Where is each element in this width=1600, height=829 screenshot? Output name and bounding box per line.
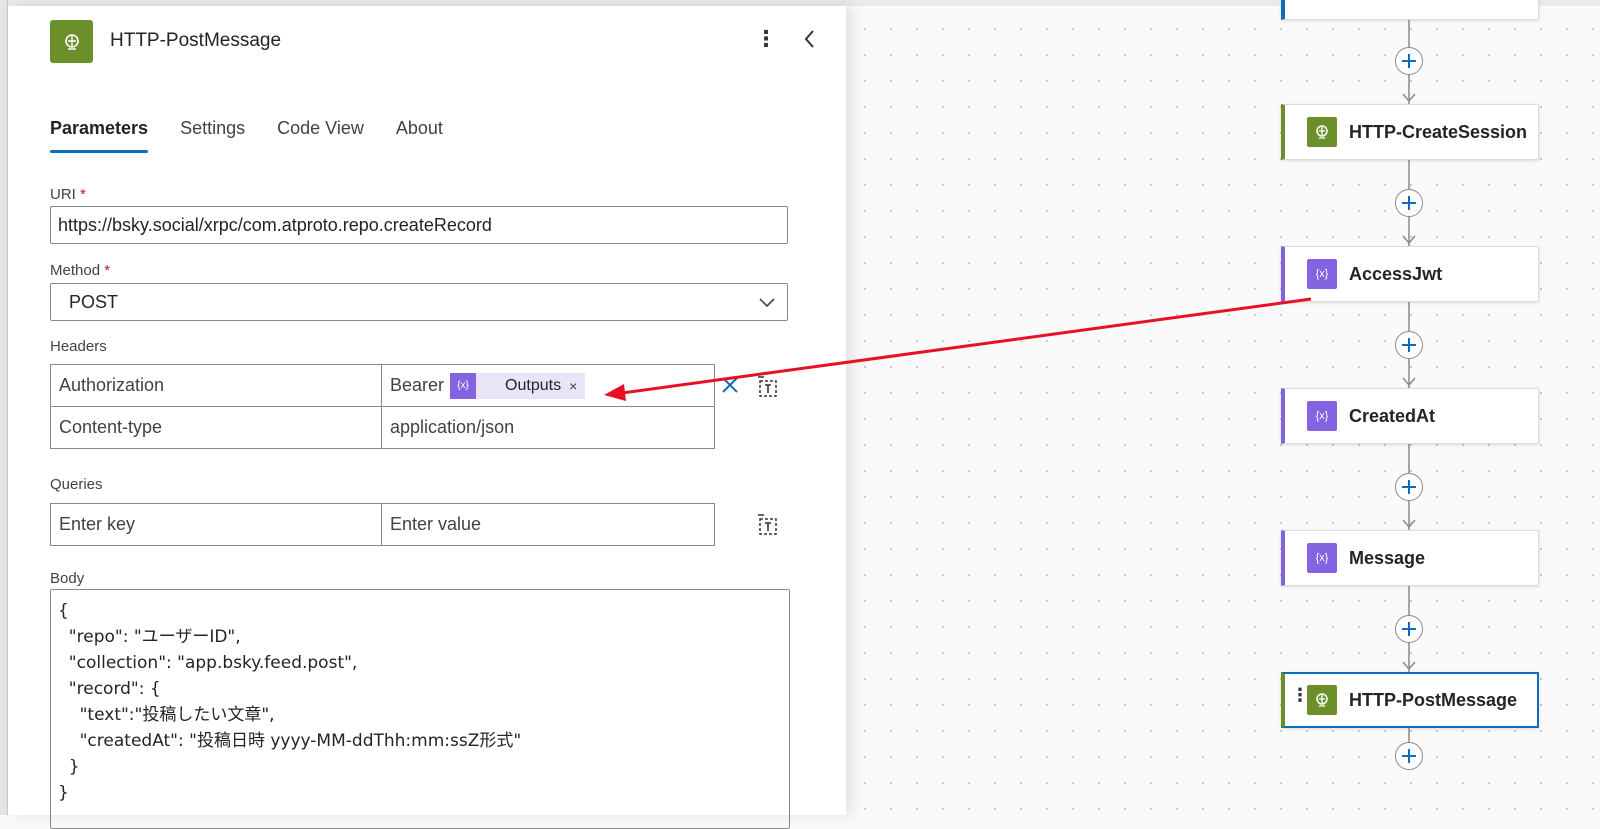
uri-label: URI * <box>50 186 86 203</box>
headers-label: Headers <box>50 338 107 355</box>
tab-bar: Parameters Settings Code View About <box>50 118 475 153</box>
header-key-input[interactable]: Content-type <box>50 406 382 449</box>
queries-table: Enter key Enter value <box>50 503 715 546</box>
add-step-button[interactable] <box>1395 331 1423 359</box>
add-step-button[interactable] <box>1395 615 1423 643</box>
variable-icon: {x} <box>1307 401 1337 431</box>
queries-label: Queries <box>50 476 103 493</box>
switch-text-mode-icon[interactable] <box>754 511 782 539</box>
globe-icon <box>1307 117 1337 147</box>
required-marker: * <box>104 262 111 279</box>
query-key-input[interactable]: Enter key <box>50 503 382 546</box>
flow-node-createdat[interactable]: {x} CreatedAt <box>1281 388 1539 444</box>
delete-row-icon[interactable] <box>716 371 744 399</box>
node-label: AccessJwt <box>1349 263 1443 284</box>
table-row: Authorization Bearer {x} Outputs × <box>50 364 715 407</box>
header-key-input[interactable]: Authorization <box>50 364 382 407</box>
method-select[interactable]: POST <box>50 283 788 321</box>
required-marker: * <box>80 186 86 203</box>
collapse-panel-icon[interactable] <box>798 26 822 52</box>
add-step-button[interactable] <box>1395 47 1423 75</box>
switch-text-mode-icon[interactable] <box>754 373 782 401</box>
add-step-button[interactable] <box>1395 473 1423 501</box>
plus-icon <box>1402 196 1416 210</box>
node-more-icon[interactable]: ⋮ <box>1291 686 1309 704</box>
header-value-text: Bearer <box>390 374 445 395</box>
token-label: Outputs <box>505 376 562 394</box>
tab-about[interactable]: About <box>396 118 443 153</box>
flow-node-previous[interactable] <box>1281 0 1539 20</box>
flow-node-message[interactable]: {x} Message <box>1281 530 1539 586</box>
node-label: Message <box>1349 547 1426 568</box>
plus-icon <box>1402 622 1416 636</box>
table-row: Enter key Enter value <box>50 503 715 546</box>
body-label: Body <box>50 570 85 587</box>
flow-node-http-postmessage[interactable]: ⋮ HTTP-PostMessage <box>1281 672 1539 728</box>
method-value: POST <box>69 292 119 312</box>
plus-icon <box>1402 338 1416 352</box>
method-label: Method * <box>50 262 111 279</box>
tab-settings[interactable]: Settings <box>180 118 245 153</box>
node-label: HTTP-CreateSession <box>1349 121 1528 142</box>
variable-icon: {x} <box>450 372 477 399</box>
headers-table: Authorization Bearer {x} Outputs × Content-… <box>50 364 715 449</box>
window-left-edge <box>0 0 8 815</box>
action-details-panel: HTTP-PostMessage ⋮ Parameters Settings C… <box>8 6 846 829</box>
table-row: Content-type application/json <box>50 406 715 449</box>
variable-icon: {x} <box>1307 259 1337 289</box>
header-value-input[interactable]: application/json <box>381 406 715 449</box>
tab-code-view[interactable]: Code View <box>277 118 364 153</box>
chevron-down-icon <box>759 298 775 308</box>
plus-icon <box>1402 480 1416 494</box>
header-value-input[interactable]: Bearer {x} Outputs × <box>381 364 715 407</box>
plus-icon <box>1402 749 1416 763</box>
globe-icon <box>1307 685 1337 715</box>
query-value-input[interactable]: Enter value <box>381 503 715 546</box>
node-label: CreatedAt <box>1349 405 1436 426</box>
flow-node-accessjwt[interactable]: {x} AccessJwt <box>1281 246 1539 302</box>
node-label: HTTP-PostMessage <box>1349 689 1518 710</box>
globe-icon <box>50 20 93 63</box>
tab-parameters[interactable]: Parameters <box>50 118 149 153</box>
panel-title: HTTP-PostMessage <box>110 30 282 51</box>
flow-node-http-createsession[interactable]: HTTP-CreateSession <box>1281 104 1539 160</box>
token-remove-icon[interactable]: × <box>569 378 577 394</box>
dynamic-content-token[interactable]: {x} Outputs × <box>450 372 586 399</box>
plus-icon <box>1402 54 1416 68</box>
body-editor[interactable]: { "repo": "ユーザーID", "collection": "app.b… <box>50 589 790 829</box>
add-step-button[interactable] <box>1395 742 1423 770</box>
more-options-icon[interactable]: ⋮ <box>754 28 778 52</box>
add-step-button[interactable] <box>1395 189 1423 217</box>
variable-icon: {x} <box>1307 543 1337 573</box>
uri-input[interactable]: https://bsky.social/xrpc/com.atproto.rep… <box>50 206 788 244</box>
